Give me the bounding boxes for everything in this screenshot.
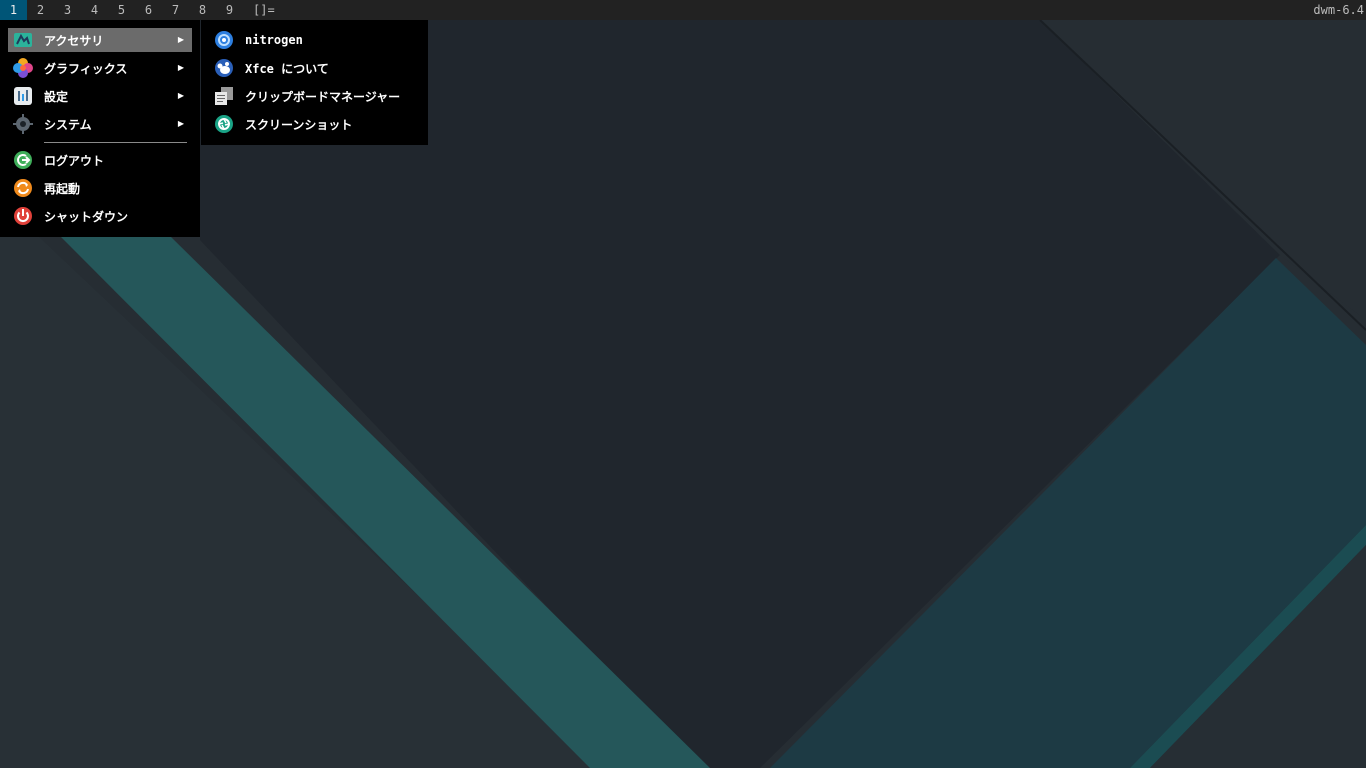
menu-item-label: Xfce について: [245, 61, 329, 76]
menu-item-label: シャットダウン: [44, 209, 129, 224]
submenu-item-about-xfce[interactable]: Xfce について: [209, 56, 419, 80]
xfce-mouse-icon: [213, 57, 235, 79]
nitrogen-icon: [213, 29, 235, 51]
accessories-icon: [12, 29, 34, 51]
screenshot-icon: [213, 113, 235, 135]
menu-item-label: スクリーンショット: [245, 117, 353, 132]
workspace-tags: 123456789: [0, 0, 243, 20]
menu-item-settings[interactable]: 設定 ▶: [8, 84, 192, 108]
menu-item-label: ログアウト: [44, 153, 105, 168]
restart-icon: [12, 177, 34, 199]
logout-icon: [12, 149, 34, 171]
settings-icon: [12, 85, 34, 107]
menu-item-accessories[interactable]: アクセサリ ▶: [8, 28, 192, 52]
workspace-tag-4[interactable]: 4: [81, 0, 108, 20]
graphics-icon: [12, 57, 34, 79]
menu-item-label: 設定: [44, 89, 69, 104]
accessories-submenu: nitrogen Xfce について クリップボードマネージャー スクリーンショ…: [201, 20, 428, 145]
workspace-tag-1[interactable]: 1: [0, 0, 27, 20]
menu-item-shutdown[interactable]: シャットダウン: [8, 204, 192, 228]
menu-item-label: システム: [44, 117, 92, 132]
menu-separator: [44, 142, 187, 143]
system-gear-icon: [12, 113, 34, 135]
workspace-tag-3[interactable]: 3: [54, 0, 81, 20]
power-icon: [12, 205, 34, 227]
workspace-tag-8[interactable]: 8: [189, 0, 216, 20]
clipboard-icon: [213, 85, 235, 107]
menu-item-graphics[interactable]: グラフィックス ▶: [8, 56, 192, 80]
submenu-arrow-icon: ▶: [177, 91, 184, 100]
root-menu: アクセサリ ▶ グラフィックス ▶ 設定 ▶ システム ▶ ログアウト 再起動 …: [0, 20, 200, 237]
status-text: dwm-6.4: [1313, 3, 1364, 17]
submenu-arrow-icon: ▶: [177, 63, 184, 72]
menu-item-system[interactable]: システム ▶: [8, 112, 192, 136]
submenu-arrow-icon: ▶: [177, 35, 184, 44]
menu-item-label: クリップボードマネージャー: [245, 89, 401, 104]
submenu-item-nitrogen[interactable]: nitrogen: [209, 28, 419, 52]
submenu-item-clipboard-manager[interactable]: クリップボードマネージャー: [209, 84, 419, 108]
submenu-arrow-icon: ▶: [177, 119, 184, 128]
workspace-tag-6[interactable]: 6: [135, 0, 162, 20]
desktop[interactable]: 123456789 []= dwm-6.4 アクセサリ ▶ グラフィックス ▶ …: [0, 0, 1366, 768]
status-bar: 123456789 []= dwm-6.4: [0, 0, 1366, 20]
workspace-tag-9[interactable]: 9: [216, 0, 243, 20]
menu-item-label: nitrogen: [245, 33, 303, 47]
layout-symbol[interactable]: []=: [253, 0, 275, 20]
menu-item-logout[interactable]: ログアウト: [8, 148, 192, 172]
submenu-item-screenshot[interactable]: スクリーンショット: [209, 112, 419, 136]
workspace-tag-5[interactable]: 5: [108, 0, 135, 20]
menu-item-label: アクセサリ: [44, 33, 104, 48]
menu-item-restart[interactable]: 再起動: [8, 176, 192, 200]
menu-item-label: 再起動: [44, 181, 81, 196]
workspace-tag-2[interactable]: 2: [27, 0, 54, 20]
workspace-tag-7[interactable]: 7: [162, 0, 189, 20]
menu-item-label: グラフィックス: [44, 61, 128, 76]
